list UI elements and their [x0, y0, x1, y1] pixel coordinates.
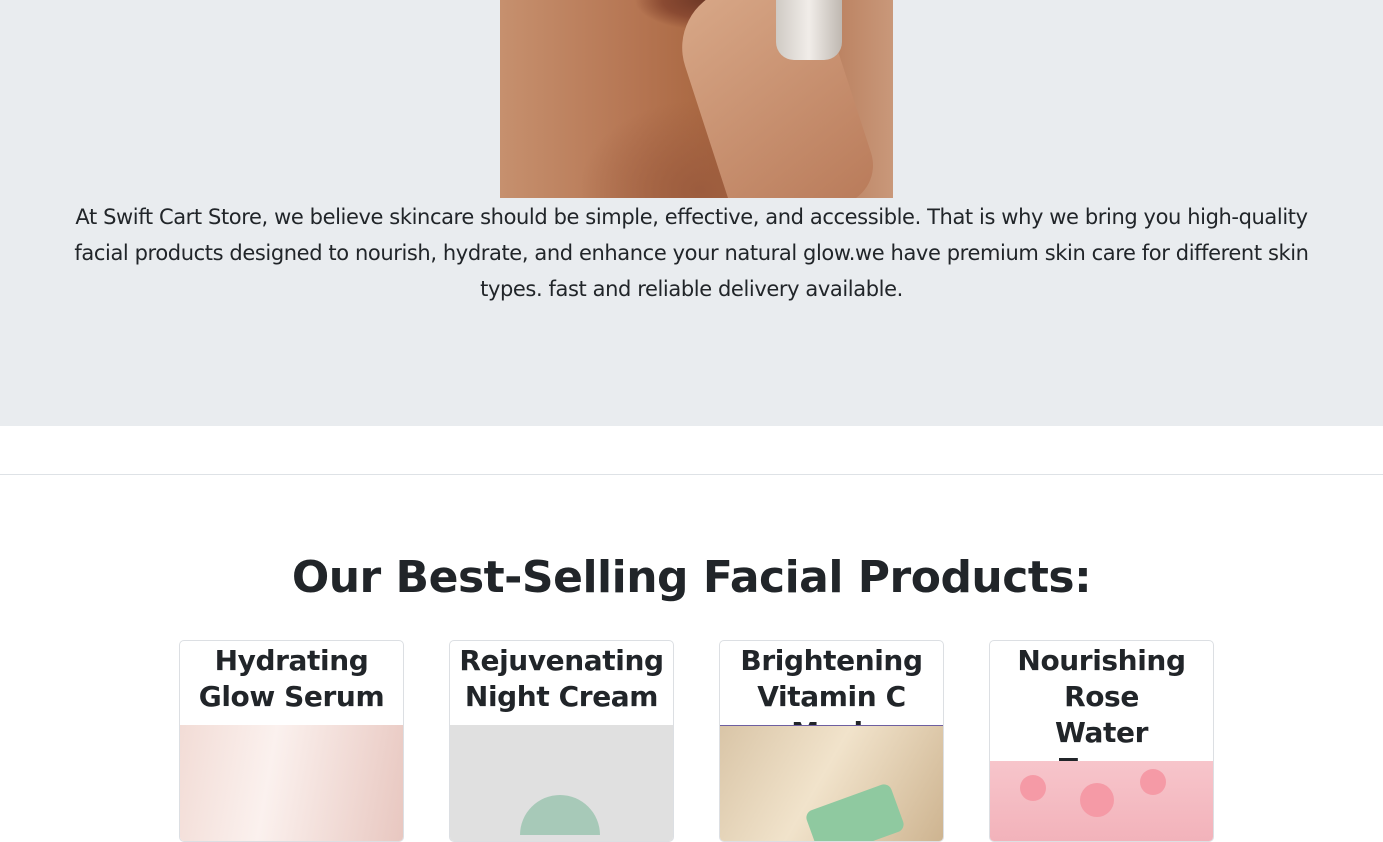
hero-bottle-shape	[776, 0, 842, 60]
hero-hand-shape	[666, 0, 884, 198]
product-image[interactable]	[450, 725, 673, 841]
product-card-night-cream[interactable]: Rejuvenating Night Cream	[449, 640, 674, 842]
hero-description: At Swift Cart Store, we believe skincare…	[74, 205, 1309, 301]
petal-shape	[1140, 769, 1166, 795]
product-image[interactable]	[990, 761, 1213, 841]
product-image[interactable]	[180, 725, 403, 841]
product-name: Hydrating Glow Serum	[198, 644, 385, 713]
petal-shape	[1020, 775, 1046, 801]
tube-shape	[804, 782, 906, 841]
products-section-title: Our Best-Selling Facial Products:	[291, 552, 1092, 603]
product-image[interactable]	[720, 725, 943, 841]
product-card-hydrating-serum[interactable]: Hydrating Glow Serum	[179, 640, 404, 842]
hero-image	[500, 0, 893, 198]
section-divider	[0, 474, 1383, 475]
product-card-vitamin-c-mask[interactable]: Brightening Vitamin C Mask	[719, 640, 944, 842]
product-card-rose-water-toner[interactable]: Nourishing Rose Water Toner	[989, 640, 1214, 842]
product-name: Rejuvenating Night Cream	[459, 644, 664, 713]
jar-shape	[520, 795, 600, 835]
hero-section: At Swift Cart Store, we believe skincare…	[0, 0, 1383, 426]
petal-shape	[1080, 783, 1114, 817]
